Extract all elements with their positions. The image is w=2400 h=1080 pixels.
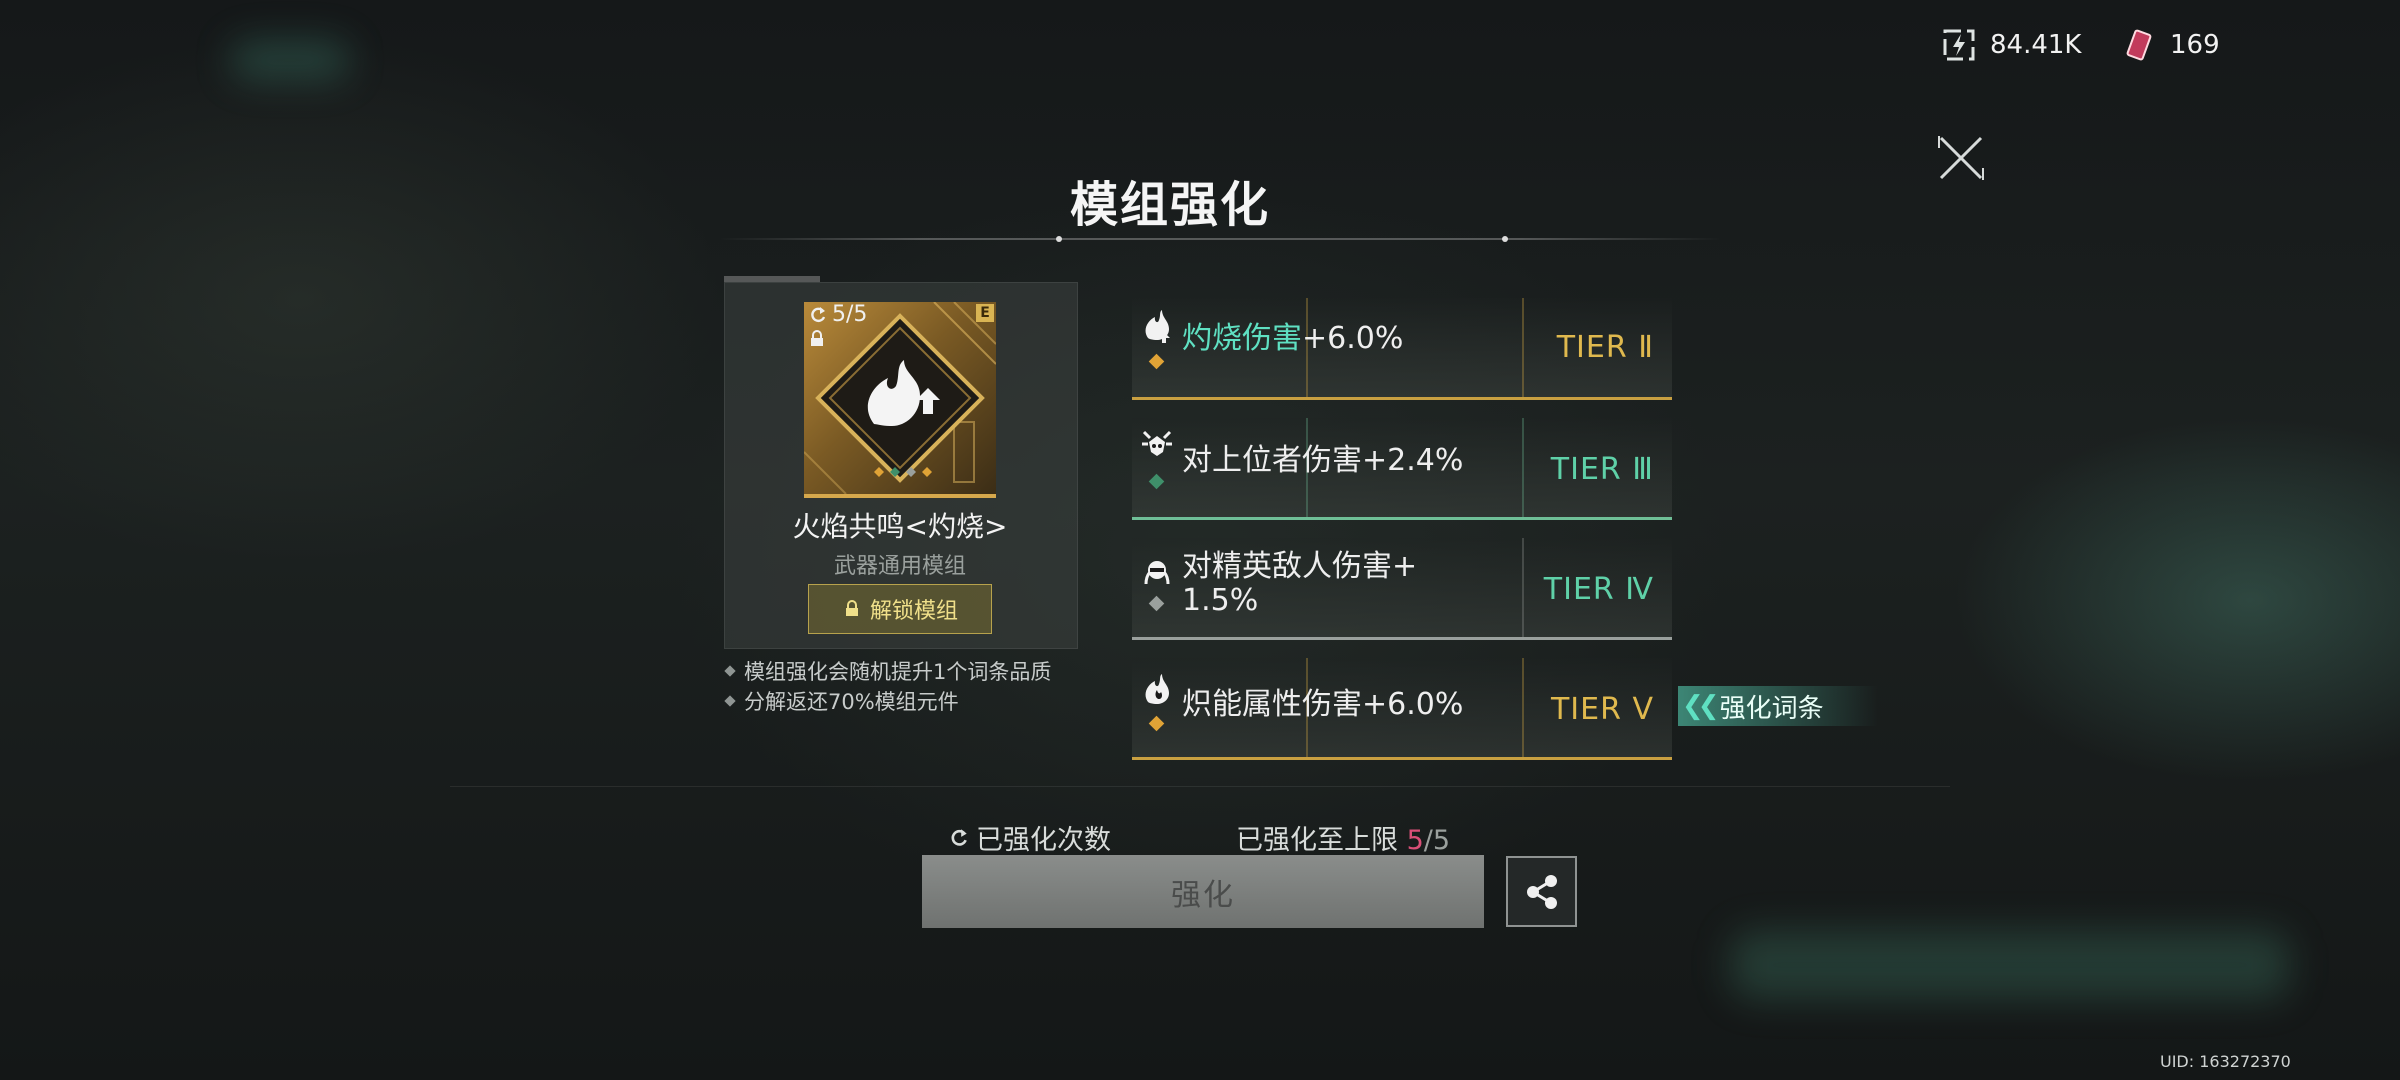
note-item: 分解返还70%模组元件 <box>724 686 959 716</box>
affix-value: 对精英敌人伤害+ <box>1182 549 1418 584</box>
refresh-icon <box>811 306 826 322</box>
refresh-icon <box>951 828 967 846</box>
bullet-diamond-icon <box>724 695 736 707</box>
share-icon <box>1526 874 1557 909</box>
divider-dot <box>1056 236 1062 242</box>
lock-icon <box>845 600 858 616</box>
tier-text: TIER Ⅳ <box>1543 572 1654 607</box>
background-blur-shape <box>1730 930 2290 1000</box>
unlock-module-button[interactable]: 解锁模组 <box>808 584 992 634</box>
affix-divider <box>1522 418 1524 517</box>
enhance-limit-label: 已强化至上限 <box>1236 825 1398 856</box>
energy-value: 84.41K <box>1990 30 2082 60</box>
double-chevron-left-icon: ❮❮ <box>1682 691 1719 721</box>
affix-value-continued: 1.5% <box>1182 583 1259 618</box>
gem-value: 169 <box>2170 30 2220 60</box>
rarity-badge: E <box>976 304 994 322</box>
affix-value: +6.0% <box>1302 321 1404 356</box>
affix-tier: TIER Ⅲ <box>1551 452 1654 487</box>
fire-resonance-icon <box>804 302 996 494</box>
section-divider <box>450 786 1950 787</box>
affix-text: 炽能属性伤害+6.0% <box>1182 688 1463 722</box>
affix-highlight: 灼烧伤害 <box>1182 321 1302 356</box>
tier-text: TIER Ⅲ <box>1550 452 1654 487</box>
note-text: 分解返还70%模组元件 <box>744 690 959 714</box>
affix-tier: TIER Ⅳ <box>1544 572 1654 607</box>
energy-icon <box>1943 29 1975 61</box>
affix-row[interactable]: 炽能属性伤害+6.0% TIER Ⅴ <box>1132 658 1672 760</box>
enhance-count-label: 已强化次数 <box>976 825 1111 856</box>
affix-underline <box>1132 637 1672 640</box>
bullet-diamond-icon <box>724 665 736 677</box>
burn-flame-icon <box>1145 310 1170 343</box>
flame-energy-icon <box>1145 674 1169 704</box>
enhance-affix-indicator: ❮❮ 强化词条 <box>1678 686 1878 726</box>
note-item: 模组强化会随机提升1个词条品质 <box>724 656 1052 686</box>
note-text: 模组强化会随机提升1个词条品质 <box>744 660 1052 684</box>
module-name: 火焰共鸣<灼烧> <box>792 510 1008 543</box>
enhance-limit-current: 5 <box>1406 825 1424 856</box>
affix-row[interactable]: 灼烧伤害+6.0% TIER Ⅱ <box>1132 298 1672 400</box>
enhance-limit-separator: / <box>1423 825 1433 856</box>
module-count-text: 5/5 <box>832 302 868 327</box>
divider-dot <box>1502 236 1508 242</box>
enhance-affix-label: 强化词条 <box>1719 693 1824 724</box>
affix-row[interactable]: 对精英敌人伤害+ 1.5% TIER Ⅳ <box>1132 538 1672 640</box>
background-blur-shape <box>230 40 350 80</box>
affix-row[interactable]: 对上位者伤害+2.4% TIER Ⅲ <box>1132 418 1672 520</box>
affix-divider <box>1522 298 1524 397</box>
enhance-limit: 已强化至上限 5/5 <box>1236 818 1450 857</box>
affix-value: 对上位者伤害+2.4% <box>1182 443 1464 478</box>
page-title: 模组强化 <box>1069 177 1270 233</box>
crystal-card-icon <box>2126 29 2152 61</box>
elite-enemy-icon <box>1144 561 1170 585</box>
tier-text: TIER Ⅱ <box>1556 330 1654 365</box>
title-divider <box>720 238 1720 240</box>
superior-enemy-icon <box>1142 430 1172 456</box>
affix-text: 灼烧伤害+6.0% <box>1182 322 1403 356</box>
enhance-count: 已强化次数 <box>948 818 1111 857</box>
affix-tier: TIER Ⅴ <box>1551 692 1654 727</box>
module-type: 武器通用模组 <box>833 554 966 579</box>
affix-divider <box>1522 658 1524 757</box>
affix-underline <box>1132 517 1672 520</box>
share-button[interactable] <box>1506 856 1577 927</box>
affix-underline <box>1132 757 1672 760</box>
user-id: UID: 163272370 <box>2160 1052 2291 1071</box>
energy-resource: 84.41K <box>1942 28 2081 62</box>
affix-divider <box>1522 538 1524 637</box>
affix-tier: TIER Ⅱ <box>1557 330 1654 365</box>
module-refine-count: 5/5 <box>808 302 867 327</box>
tier-text: TIER Ⅴ <box>1550 692 1654 727</box>
enhance-limit-max: 5 <box>1432 825 1451 856</box>
affix-text: 对上位者伤害+2.4% <box>1182 444 1463 478</box>
affix-value: 炽能属性伤害+6.0% <box>1182 687 1464 722</box>
lock-icon <box>811 330 823 346</box>
affix-text: 对精英敌人伤害+ 1.5% <box>1182 550 1417 618</box>
affix-underline <box>1132 397 1672 400</box>
gem-resource: 169 <box>2122 28 2220 62</box>
module-icon-frame[interactable] <box>804 302 996 498</box>
enhance-button[interactable]: 强化 <box>922 855 1484 928</box>
unlock-module-label: 解锁模组 <box>869 599 958 624</box>
